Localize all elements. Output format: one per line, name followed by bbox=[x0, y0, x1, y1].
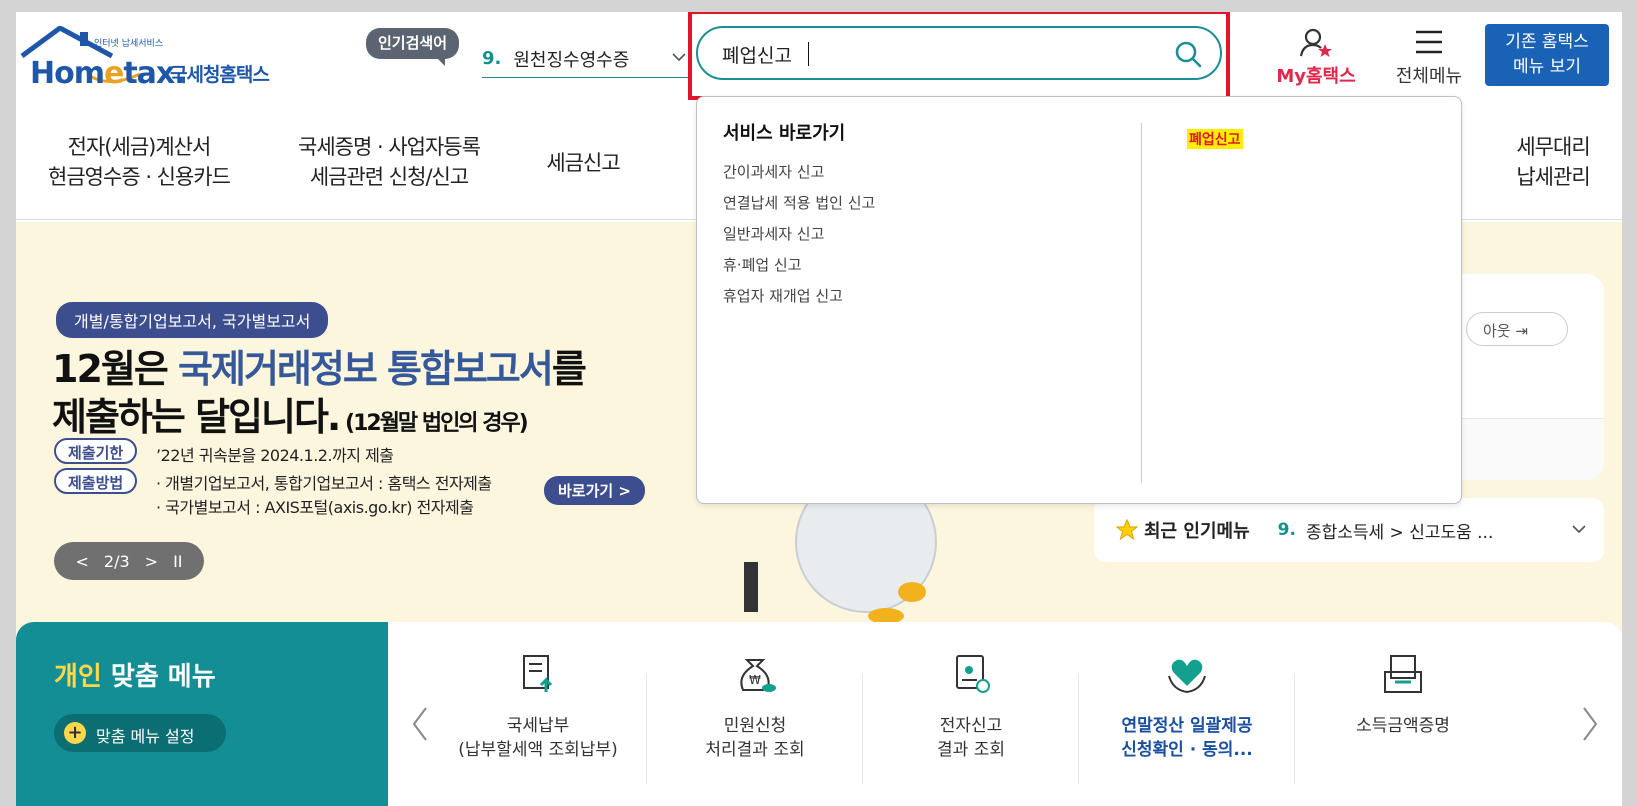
quick-label: 민원신청 bbox=[723, 716, 787, 736]
nav-item-e-invoice[interactable]: 전자(세금)계산서 현금영수증 · 신용카드 bbox=[44, 132, 234, 192]
banner-title-line2: 제출하는 달입니다. (12월말 법인의 경우) bbox=[52, 395, 529, 439]
service-shortcut-list: 간이과세자 신고 연결납세 적용 법인 신고 일반과세자 신고 휴·폐업 신고 … bbox=[723, 161, 875, 316]
quick-label: 전자신고 bbox=[939, 716, 1003, 736]
money-bag-icon: ₩ bbox=[740, 659, 776, 692]
banner-title-line1: 12월은 국제거래정보 통합보고서를 bbox=[52, 347, 587, 391]
legacy-menu-button[interactable]: 기존 홈택스 메뉴 보기 bbox=[1485, 24, 1609, 86]
method-line1: · 개별기업보고서, 통합기업보고서 : 홈택스 전자제출 bbox=[156, 474, 492, 493]
recent-popular-menu[interactable]: 최근 인기메뉴 9. 종합소득세 > 신고도움 ... bbox=[1094, 498, 1604, 562]
pager-next-icon[interactable]: > bbox=[145, 552, 158, 571]
quick-label: (납부할세액 조회납부) bbox=[458, 740, 618, 760]
method-tag: 제출방법 bbox=[54, 468, 138, 494]
nav-item-certificate[interactable]: 국세증명 · 사업자등록 세금관련 신청/신고 bbox=[284, 132, 494, 192]
personal-menu-setting-button[interactable]: + 맞춤 메뉴 설정 bbox=[54, 714, 226, 752]
nav-label: 세금신고 bbox=[546, 151, 620, 175]
quick-item-tax-payment[interactable]: 국세납부 (납부할세액 조회납부) bbox=[430, 652, 646, 762]
text-caret bbox=[808, 42, 809, 66]
banner-category: 개별/통합기업보고서, 국가별보고서 bbox=[56, 302, 329, 338]
suggestion-item[interactable]: 연결납세 적용 법인 신고 bbox=[723, 192, 875, 223]
nav-label: 국세증명 · 사업자등록 bbox=[298, 135, 481, 159]
method-line2: · 국가별보고서 : AXIS포털(axis.go.kr) 전자제출 bbox=[156, 498, 474, 517]
page: 인터넷 납세서비스 Hometax. 국세청홈택스 인기검색어 9. 원천징수영… bbox=[16, 12, 1622, 806]
my-hometax-button[interactable]: My홈택스 bbox=[1271, 28, 1361, 88]
quick-item-civil-result[interactable]: ₩ 민원신청 처리결과 조회 bbox=[647, 652, 863, 762]
setting-label: 맞춤 메뉴 설정 bbox=[96, 727, 195, 746]
popular-term: 원천징수영수증 bbox=[513, 49, 630, 71]
chevron-down-icon[interactable] bbox=[1570, 520, 1588, 538]
chevron-left-icon[interactable] bbox=[410, 706, 430, 742]
keyword-suggestion[interactable]: 폐업신고 bbox=[1187, 129, 1243, 149]
logo-tagline: 인터넷 납세서비스 bbox=[94, 39, 164, 49]
plus-icon: + bbox=[64, 722, 86, 744]
quick-item-year-end-settlement[interactable]: 연말정산 일괄제공 신청확인 · 동의... bbox=[1079, 652, 1295, 762]
popular-menu-rank: 9. bbox=[1277, 520, 1296, 540]
my-hometax-label: My홈택스 bbox=[1276, 66, 1356, 87]
personal-menu-panel: 개인 맞춤 메뉴 + 맞춤 메뉴 설정 bbox=[16, 622, 388, 806]
certificate-icon bbox=[956, 655, 990, 693]
popular-menu-label: 최근 인기메뉴 bbox=[1144, 521, 1250, 542]
chevron-right-icon[interactable] bbox=[1580, 706, 1600, 742]
legacy-line1: 기존 홈택스 bbox=[1505, 32, 1589, 52]
quick-label: 결과 조회 bbox=[937, 740, 1005, 760]
deadline-tag: 제출기한 bbox=[54, 438, 138, 464]
nav-label: 세무대리 bbox=[1516, 135, 1590, 159]
banner-go-button[interactable]: 바로가기 > bbox=[544, 476, 645, 505]
personal-menu-title: 개인 맞춤 메뉴 bbox=[54, 662, 216, 692]
banner-pager: < 2/3 > II bbox=[54, 542, 204, 580]
logo-brand: Hometax. bbox=[30, 56, 186, 91]
service-shortcut-heading: 서비스 바로가기 bbox=[723, 123, 846, 144]
logout-button[interactable]: 아웃 ⇥ bbox=[1466, 312, 1568, 346]
nav-label: 전자(세금)계산서 bbox=[67, 135, 212, 159]
popular-search-ticker[interactable]: 9. 원천징수영수증 bbox=[482, 40, 692, 78]
pager-prev-icon[interactable]: < bbox=[76, 552, 89, 571]
chevron-down-icon[interactable] bbox=[670, 48, 688, 66]
heart-hands-icon bbox=[1168, 659, 1206, 694]
suggestion-item[interactable]: 간이과세자 신고 bbox=[723, 161, 875, 192]
quick-item-e-filing-result[interactable]: 전자신고 결과 조회 bbox=[863, 652, 1079, 762]
suggestion-item[interactable]: 휴업자 재개업 신고 bbox=[723, 285, 875, 316]
folder-document-icon bbox=[1384, 655, 1422, 693]
quick-label: 국세납부 bbox=[506, 716, 570, 736]
search-box[interactable] bbox=[696, 26, 1222, 80]
dropdown-divider bbox=[1141, 123, 1142, 483]
star-icon bbox=[1116, 519, 1138, 541]
quick-label: 신청확인 · 동의... bbox=[1121, 740, 1253, 760]
search-suggestion-dropdown: 서비스 바로가기 간이과세자 신고 연결납세 적용 법인 신고 일반과세자 신고… bbox=[696, 96, 1462, 504]
quick-label: 연말정산 일괄제공 bbox=[1121, 716, 1253, 736]
quick-item-income-certificate[interactable]: 소득금액증명 bbox=[1295, 652, 1511, 738]
nav-label: 납세관리 bbox=[1516, 165, 1590, 189]
hometax-logo[interactable]: 인터넷 납세서비스 Hometax. 국세청홈택스 bbox=[20, 26, 290, 91]
nav-item-tax-filing[interactable]: 세금신고 bbox=[528, 148, 638, 178]
quick-menu: 국세납부 (납부할세액 조회납부) ₩ 민원신청 처리결과 조회 전자신고 결과… bbox=[388, 622, 1622, 806]
nav-item-tax-agent[interactable]: 세무대리 납세관리 bbox=[1498, 132, 1608, 192]
logo-korean-name: 국세청홈택스 bbox=[170, 64, 270, 86]
hamburger-icon bbox=[1416, 30, 1442, 54]
document-upload-icon bbox=[523, 655, 553, 692]
popular-menu-text: 종합소득세 > 신고도움 ... bbox=[1305, 522, 1494, 543]
quick-label: 처리결과 조회 bbox=[705, 740, 805, 760]
pager-pause-icon[interactable]: II bbox=[173, 552, 182, 571]
quick-label: 소득금액증명 bbox=[1356, 716, 1450, 736]
user-star-icon bbox=[1300, 28, 1332, 57]
pager-count: 2/3 bbox=[103, 551, 130, 571]
search-input[interactable] bbox=[722, 40, 1142, 68]
all-menu-button[interactable]: 전체메뉴 bbox=[1384, 28, 1474, 88]
all-menu-label: 전체메뉴 bbox=[1395, 66, 1463, 87]
suggestion-item[interactable]: 휴·폐업 신고 bbox=[723, 254, 875, 285]
popular-rank: 9. bbox=[482, 48, 502, 69]
deadline-text: ’22년 귀속분을 2024.1.2.까지 제출 bbox=[156, 446, 394, 465]
svg-text:₩: ₩ bbox=[749, 673, 761, 687]
nav-label: 세금관련 신청/신고 bbox=[309, 165, 469, 189]
legacy-line2: 메뉴 보기 bbox=[1513, 57, 1581, 77]
search-icon[interactable] bbox=[1174, 40, 1202, 68]
suggestion-item[interactable]: 일반과세자 신고 bbox=[723, 223, 875, 254]
popular-search-badge: 인기검색어 bbox=[366, 28, 460, 66]
nav-label: 현금영수증 · 신용카드 bbox=[48, 165, 231, 189]
